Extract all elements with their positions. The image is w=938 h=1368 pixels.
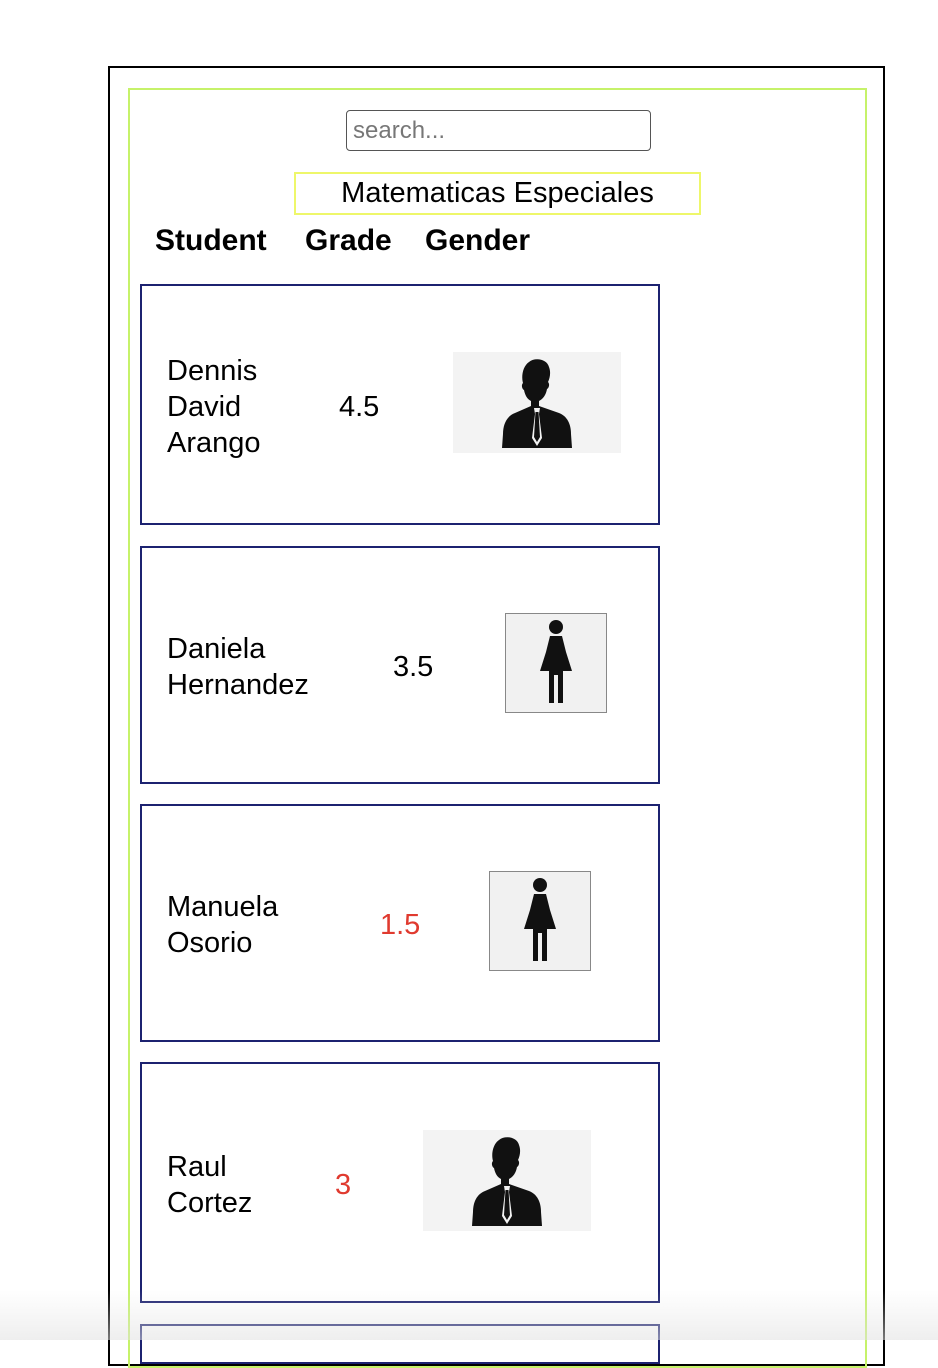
student-card[interactable]	[140, 1324, 660, 1364]
header-grade: Grade	[305, 224, 392, 257]
header-student: Student	[155, 224, 267, 257]
student-grade: 4.5	[339, 391, 380, 423]
male-silhouette-icon	[423, 1130, 591, 1231]
student-grade: 1.5	[380, 909, 421, 941]
student-name: Manuela Osorio	[167, 891, 279, 959]
student-card[interactable]: Daniela Hernandez 3.5	[140, 546, 660, 784]
male-silhouette-icon	[453, 352, 621, 453]
student-name: Dennis David Arango	[167, 355, 261, 459]
student-name: Daniela Hernandez	[167, 633, 309, 701]
female-silhouette-icon	[505, 613, 607, 713]
student-grade: 3.5	[393, 651, 434, 683]
header-gender: Gender	[425, 224, 531, 257]
search-input[interactable]	[346, 110, 651, 151]
student-card[interactable]: Manuela Osorio 1.5	[140, 804, 660, 1042]
student-grade: 3	[335, 1169, 352, 1201]
student-card[interactable]: Raul Cortez 3	[140, 1062, 660, 1303]
student-card[interactable]: Dennis David Arango 4.5	[140, 284, 660, 525]
student-name: Raul Cortez	[167, 1151, 253, 1219]
female-silhouette-icon	[489, 871, 591, 971]
course-title: Matematicas Especiales	[294, 172, 701, 215]
